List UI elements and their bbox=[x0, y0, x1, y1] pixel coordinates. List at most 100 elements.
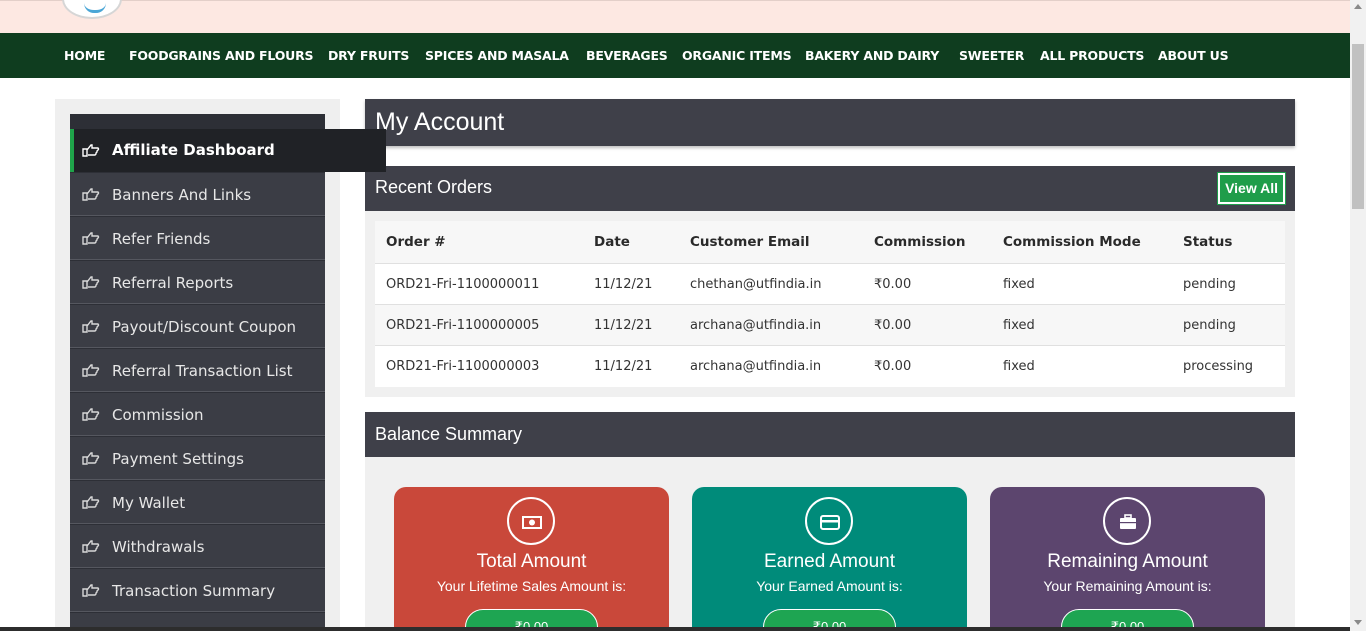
hand-pointer-icon bbox=[82, 320, 100, 333]
briefcase-icon bbox=[1103, 497, 1151, 545]
hand-pointer-icon bbox=[82, 452, 100, 465]
col-customer-email: Customer Email bbox=[690, 234, 810, 250]
nav-sweeter[interactable]: SWEETER bbox=[959, 33, 1024, 78]
hand-pointer-icon bbox=[82, 584, 100, 597]
sidebar-item-transaction-summary[interactable]: Transaction Summary bbox=[70, 569, 325, 612]
commission-value: ₹0.00 bbox=[874, 277, 912, 292]
nav-organic-items[interactable]: ORGANIC ITEMS bbox=[682, 33, 792, 78]
sidebar-item-label: Refer Friends bbox=[112, 230, 211, 248]
recent-orders-title: Recent Orders bbox=[375, 177, 493, 197]
nav-all-products[interactable]: ALL PRODUCTS bbox=[1040, 33, 1144, 78]
credit-card-icon bbox=[805, 497, 853, 545]
balance-summary-panel: Total Amount Your Lifetime Sales Amount … bbox=[365, 457, 1295, 631]
commission-value: ₹0.00 bbox=[874, 318, 912, 333]
scroll-up-icon[interactable] bbox=[1354, 4, 1362, 9]
orders-table: Order # Date Customer Email Commission C… bbox=[375, 221, 1285, 387]
card-subtitle: Your Earned Amount is: bbox=[756, 578, 903, 594]
earned-amount-card: Earned Amount Your Earned Amount is: ₹0.… bbox=[692, 487, 967, 631]
hand-pointer-icon bbox=[82, 364, 100, 377]
hand-pointer-icon bbox=[82, 188, 100, 201]
recent-orders-panel: Order # Date Customer Email Commission C… bbox=[365, 211, 1295, 397]
nav-spices-and-masala[interactable]: SPICES AND MASALA bbox=[425, 33, 569, 78]
commission-mode: fixed bbox=[1003, 359, 1035, 374]
sidebar-item-referral-reports[interactable]: Referral Reports bbox=[70, 261, 325, 304]
commission-mode: fixed bbox=[1003, 277, 1035, 292]
col-order: Order # bbox=[386, 234, 446, 250]
nav-home[interactable]: HOME bbox=[64, 33, 105, 78]
col-date: Date bbox=[594, 234, 630, 250]
nav-dry-fruits[interactable]: DRY FRUITS bbox=[328, 33, 409, 78]
hand-pointer-icon bbox=[82, 232, 100, 245]
sidebar-item-label: Payment Settings bbox=[112, 450, 244, 468]
sidebar-item-label: Withdrawals bbox=[112, 538, 205, 556]
page-title: My Account bbox=[365, 99, 1295, 146]
main-nav: HOME FOODGRAINS AND FLOURS DRY FRUITS SP… bbox=[0, 33, 1350, 78]
hand-pointer-icon bbox=[82, 496, 100, 509]
balance-summary-header: Balance Summary bbox=[365, 412, 1295, 457]
table-row: ORD21-Fri-1100000005 11/12/21 archana@ut… bbox=[375, 304, 1285, 345]
card-title: Total Amount bbox=[476, 551, 587, 572]
card-subtitle: Your Remaining Amount is: bbox=[1043, 578, 1212, 594]
remaining-amount-card: Remaining Amount Your Remaining Amount i… bbox=[990, 487, 1265, 631]
col-commission-mode: Commission Mode bbox=[1003, 234, 1141, 250]
order-id: ORD21-Fri-1100000003 bbox=[386, 359, 540, 374]
nav-foodgrains-and-flours[interactable]: FOODGRAINS AND FLOURS bbox=[129, 33, 314, 78]
nav-beverages[interactable]: BEVERAGES bbox=[586, 33, 668, 78]
card-subtitle: Your Lifetime Sales Amount is: bbox=[436, 578, 627, 594]
table-row: ORD21-Fri-1100000011 11/12/21 chethan@ut… bbox=[375, 263, 1285, 304]
sidebar-item-label: Transaction Summary bbox=[112, 582, 276, 600]
site-logo[interactable] bbox=[62, 0, 122, 19]
nav-about-us[interactable]: ABOUT US bbox=[1158, 33, 1229, 78]
commission-value: ₹0.00 bbox=[874, 359, 912, 374]
total-amount-card: Total Amount Your Lifetime Sales Amount … bbox=[394, 487, 669, 631]
customer-email: archana@utfindia.in bbox=[690, 318, 822, 333]
order-date: 11/12/21 bbox=[594, 277, 653, 292]
nav-bakery-and-dairy[interactable]: BAKERY AND DAIRY bbox=[805, 33, 939, 78]
col-commission: Commission bbox=[874, 234, 966, 250]
hand-pointer-icon bbox=[82, 276, 100, 289]
order-id: ORD21-Fri-1100000011 bbox=[386, 277, 540, 292]
hand-pointer-icon bbox=[82, 408, 100, 421]
order-date: 11/12/21 bbox=[594, 318, 653, 333]
affiliate-sidebar: Banners And Links Refer Friends Referral… bbox=[70, 114, 325, 631]
sidebar-item-label: Referral Transaction List bbox=[112, 362, 293, 380]
customer-email: archana@utfindia.in bbox=[690, 359, 822, 374]
scroll-down-icon[interactable] bbox=[1354, 620, 1362, 625]
order-status: processing bbox=[1183, 359, 1254, 374]
col-status: Status bbox=[1183, 234, 1233, 250]
sidebar-item-payout-discount-coupon[interactable]: Payout/Discount Coupon bbox=[70, 305, 325, 348]
card-title: Earned Amount bbox=[764, 551, 895, 572]
order-status: pending bbox=[1183, 318, 1236, 333]
sidebar-item-referral-transaction-list[interactable]: Referral Transaction List bbox=[70, 349, 325, 392]
customer-email: chethan@utfindia.in bbox=[690, 277, 822, 292]
sidebar-item-label: My Wallet bbox=[112, 494, 186, 512]
page-scrollbar[interactable] bbox=[1350, 0, 1366, 631]
sidebar-item-payment-settings[interactable]: Payment Settings bbox=[70, 437, 325, 480]
card-title: Remaining Amount bbox=[1047, 551, 1208, 572]
sidebar-item-label: Payout/Discount Coupon bbox=[112, 318, 297, 336]
sidebar-item-label: Affiliate Dashboard bbox=[112, 141, 275, 159]
sidebar-item-my-wallet[interactable]: My Wallet bbox=[70, 481, 325, 524]
bottom-bar bbox=[0, 627, 1350, 631]
order-date: 11/12/21 bbox=[594, 359, 653, 374]
sidebar-item-label: Commission bbox=[112, 406, 204, 424]
scroll-thumb[interactable] bbox=[1352, 44, 1364, 209]
table-header: Order # Date Customer Email Commission C… bbox=[375, 221, 1285, 263]
sidebar-item-commission[interactable]: Commission bbox=[70, 393, 325, 436]
order-id: ORD21-Fri-1100000005 bbox=[386, 318, 540, 333]
table-row: ORD21-Fri-1100000003 11/12/21 archana@ut… bbox=[375, 345, 1285, 386]
sidebar-item-banners-and-links[interactable]: Banners And Links bbox=[70, 173, 325, 216]
recent-orders-header: Recent Orders View All bbox=[365, 166, 1295, 211]
top-header bbox=[0, 0, 1350, 33]
sidebar-item-label: Banners And Links bbox=[112, 186, 252, 204]
cash-icon bbox=[507, 497, 555, 545]
hand-pointer-icon bbox=[82, 540, 100, 553]
sidebar-item-affiliate-dashboard[interactable]: Affiliate Dashboard bbox=[70, 129, 386, 172]
view-all-button[interactable]: View All bbox=[1218, 173, 1285, 204]
sidebar-item-label: Referral Reports bbox=[112, 274, 234, 292]
hand-pointer-icon bbox=[82, 144, 100, 157]
order-status: pending bbox=[1183, 277, 1236, 292]
sidebar-item-withdrawals[interactable]: Withdrawals bbox=[70, 525, 325, 568]
sidebar-item-refer-friends[interactable]: Refer Friends bbox=[70, 217, 325, 260]
commission-mode: fixed bbox=[1003, 318, 1035, 333]
